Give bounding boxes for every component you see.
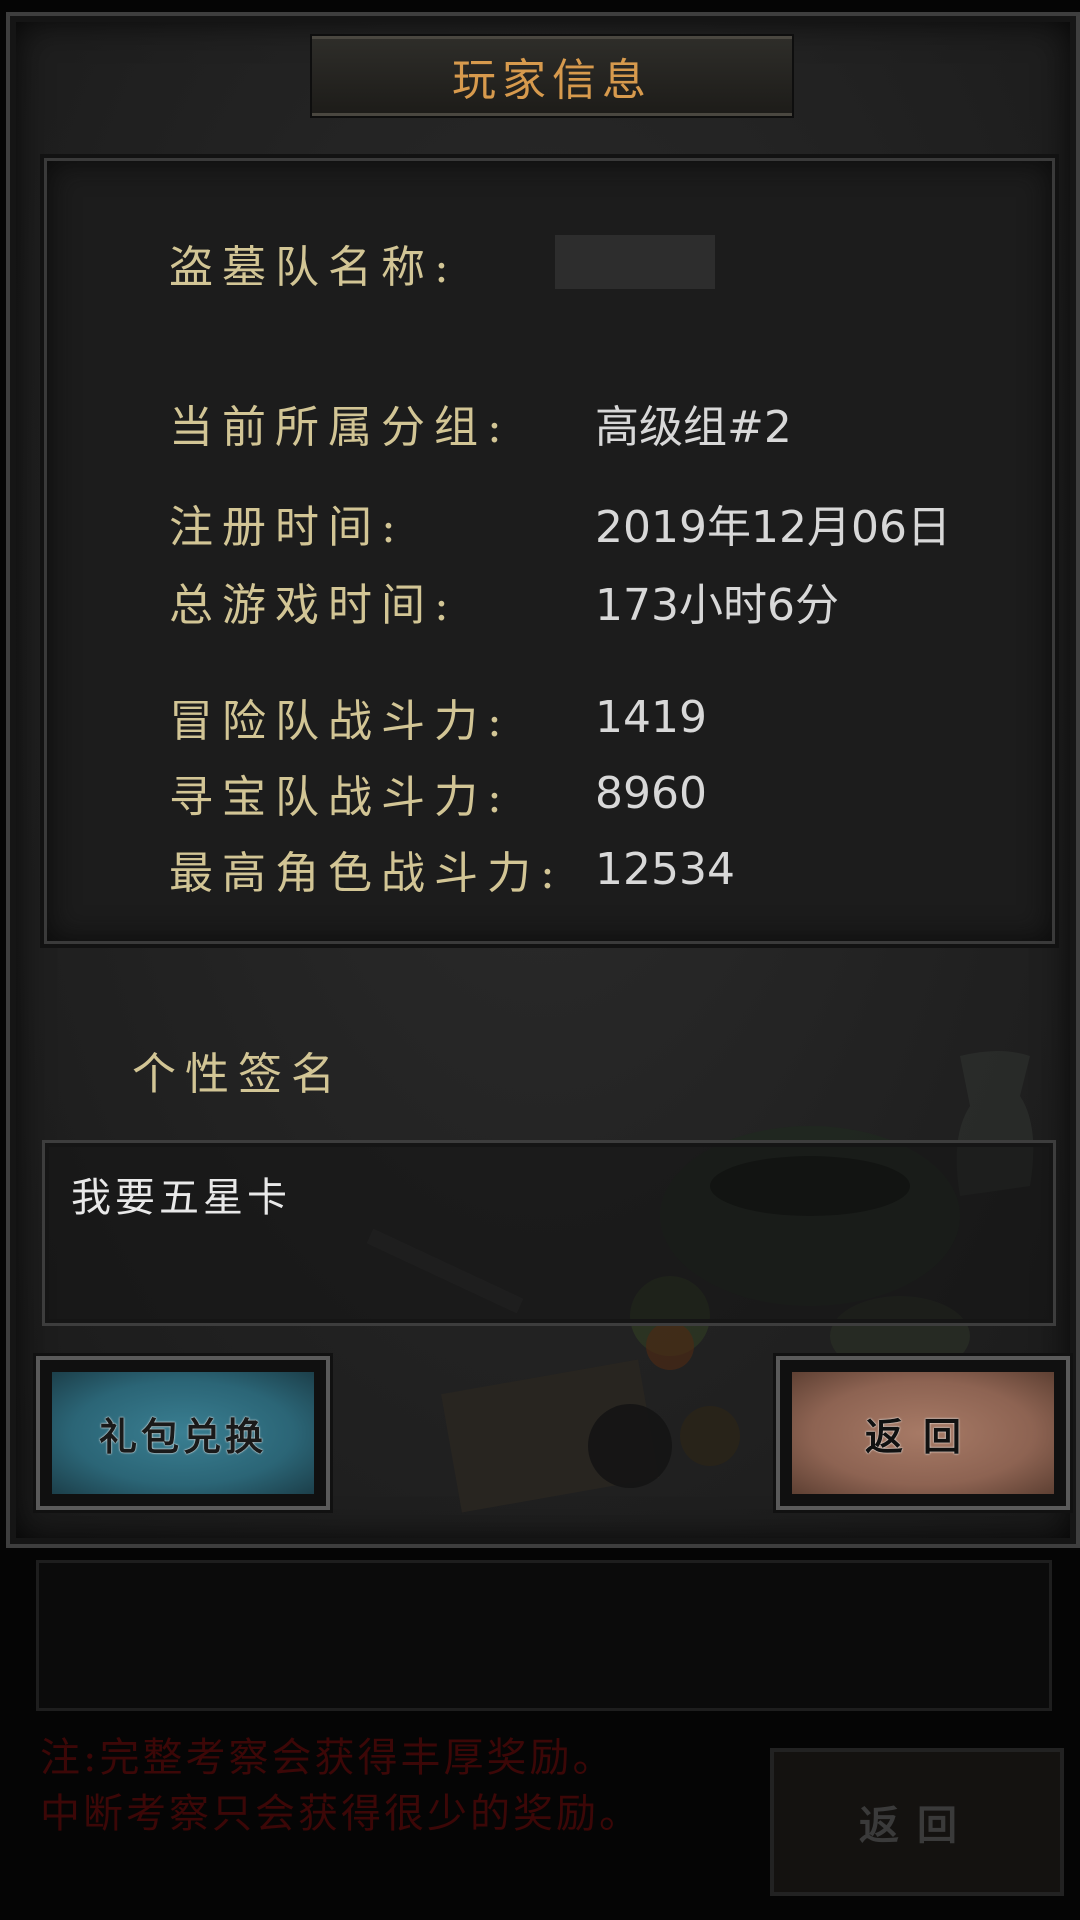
signature-label: 个性签名 <box>132 1049 344 1100</box>
background-note-line-2: 中断考察只会获得很少的奖励。 <box>40 1791 642 1837</box>
background-note: 注:完整考察会获得丰厚奖励。 中断考察只会获得很少的奖励。 <box>40 1730 780 1842</box>
playtime-value: 173小时6分 <box>595 580 839 631</box>
register-row: 注册时间: 2019年12月06日 <box>169 493 951 553</box>
info-panel: 盗墓队名称: 当前所属分组: 高级组#2 注册时间: 2019年12月06日 总… <box>44 158 1055 944</box>
background-back-button: 返回 <box>770 1748 1064 1896</box>
treasure-power-label: 寻宝队战斗力: <box>169 772 511 823</box>
gift-redeem-label: 礼包兑换 <box>52 1372 314 1494</box>
back-button[interactable]: 返回 <box>776 1356 1070 1510</box>
title-plate: 玩家信息 <box>312 36 792 116</box>
team-name-redacted <box>555 235 715 289</box>
gift-redeem-button[interactable]: 礼包兑换 <box>36 1356 330 1510</box>
treasure-power-value: 8960 <box>595 767 707 819</box>
background-panel <box>36 1560 1052 1711</box>
background-note-line-1: 注:完整考察会获得丰厚奖励。 <box>40 1735 616 1781</box>
playtime-row: 总游戏时间: 173小时6分 <box>169 571 839 631</box>
top-power-label: 最高角色战斗力: <box>169 848 564 899</box>
top-power-value: 12534 <box>595 843 735 895</box>
signature-text: 我要五星卡 <box>71 1175 291 1221</box>
adventure-power-label: 冒险队战斗力: <box>169 696 511 747</box>
top-power-row: 最高角色战斗力: 12534 <box>169 839 735 900</box>
team-name-row: 盗墓队名称: <box>169 233 458 293</box>
player-info-dialog: 玩家信息 盗墓队名称: 当前所属分组: 高级组#2 注册时间: 2019年12月… <box>6 12 1080 1548</box>
adventure-power-row: 冒险队战斗力: 1419 <box>169 687 707 748</box>
group-value: 高级组#2 <box>595 402 792 453</box>
back-label: 返回 <box>792 1372 1054 1494</box>
dialog-title: 玩家信息 <box>452 55 652 106</box>
playtime-label: 总游戏时间: <box>169 580 458 631</box>
group-row: 当前所属分组: 高级组#2 <box>169 393 792 453</box>
group-label: 当前所属分组: <box>169 402 511 453</box>
adventure-power-value: 1419 <box>595 691 707 743</box>
register-value: 2019年12月06日 <box>595 502 951 553</box>
team-name-label: 盗墓队名称: <box>169 242 458 293</box>
treasure-power-row: 寻宝队战斗力: 8960 <box>169 763 707 824</box>
signature-box: 我要五星卡 <box>42 1140 1056 1326</box>
register-label: 注册时间: <box>169 502 405 553</box>
